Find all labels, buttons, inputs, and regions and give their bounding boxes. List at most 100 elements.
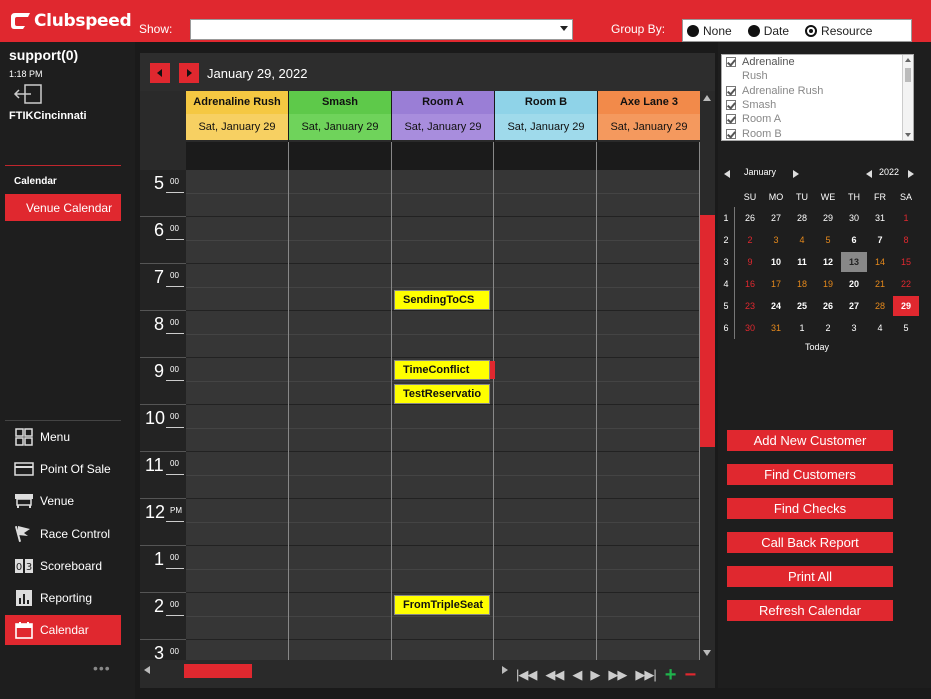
scrollbar-thumb[interactable]	[905, 68, 911, 82]
call-back-report-button[interactable]: Call Back Report	[727, 532, 893, 553]
mini-calendar-day[interactable]: 4	[789, 230, 815, 250]
mini-calendar-day[interactable]: 9	[737, 252, 763, 272]
show-dropdown[interactable]	[190, 19, 573, 40]
previous-year-icon[interactable]	[866, 170, 872, 178]
mini-calendar-day[interactable]: 15	[893, 252, 919, 272]
sidebar-item-calendar[interactable]: Calendar	[5, 615, 121, 645]
more-icon[interactable]: •••	[93, 660, 111, 676]
time-slot[interactable]	[391, 546, 495, 593]
mini-calendar-day[interactable]: 30	[841, 208, 867, 228]
mini-calendar-day[interactable]: 20	[841, 274, 867, 294]
time-slot[interactable]	[391, 217, 495, 264]
reservation-event[interactable]: SendingToCS	[394, 290, 490, 310]
time-slot[interactable]	[186, 264, 289, 311]
mini-calendar-day[interactable]: 19	[815, 274, 841, 294]
time-slot[interactable]	[186, 405, 289, 452]
time-slot[interactable]	[288, 170, 392, 217]
sidebar-item-race-control[interactable]: Race Control	[5, 519, 121, 549]
time-slot[interactable]	[494, 640, 598, 660]
reservation-event[interactable]: TestReservatio	[394, 384, 490, 404]
time-slot[interactable]	[186, 499, 289, 546]
time-slot[interactable]	[288, 640, 392, 660]
mini-calendar-day[interactable]: 2	[815, 318, 841, 338]
mini-calendar-day[interactable]: 28	[789, 208, 815, 228]
time-slot[interactable]	[597, 217, 700, 264]
mini-calendar-day[interactable]: 25	[789, 296, 815, 316]
mini-calendar-day[interactable]: 1	[789, 318, 815, 338]
mini-calendar-day[interactable]: 26	[815, 296, 841, 316]
time-slot[interactable]	[597, 593, 700, 640]
group-by-resource-radio[interactable]: Resource	[805, 24, 872, 38]
resource-header[interactable]: Room A Sat, January 29	[392, 91, 495, 142]
mini-calendar-day[interactable]: 1	[893, 208, 919, 228]
time-slot[interactable]	[391, 311, 495, 358]
mini-calendar-day[interactable]: 23	[737, 296, 763, 316]
time-slot[interactable]	[186, 546, 289, 593]
add-new-customer-button[interactable]: Add New Customer	[727, 430, 893, 451]
time-slot[interactable]	[391, 170, 495, 217]
scroll-down-icon[interactable]	[905, 133, 911, 137]
time-slot[interactable]	[494, 499, 598, 546]
time-slot[interactable]	[597, 452, 700, 499]
logout-icon[interactable]	[13, 84, 43, 104]
resource-filter-item[interactable]: Room A	[722, 112, 913, 126]
time-slot[interactable]	[186, 640, 289, 660]
list-scrollbar[interactable]	[902, 55, 913, 140]
time-slot[interactable]	[186, 170, 289, 217]
mini-calendar-day[interactable]: 3	[763, 230, 789, 250]
last-page-icon[interactable]: ▶▶|	[635, 667, 656, 683]
checkbox-checked-icon[interactable]	[726, 128, 736, 139]
mini-calendar-day[interactable]: 12	[815, 252, 841, 272]
mini-calendar-day[interactable]: 31	[867, 208, 893, 228]
mini-calendar-day[interactable]: 5	[893, 318, 919, 338]
group-by-none-radio[interactable]: None	[687, 24, 732, 38]
time-slot[interactable]	[494, 405, 598, 452]
reservation-event[interactable]: TimeConflict	[394, 360, 495, 380]
resource-header[interactable]: Room B Sat, January 29	[495, 91, 598, 142]
time-slot[interactable]	[288, 452, 392, 499]
mini-calendar-day[interactable]: 16	[737, 274, 763, 294]
remove-icon[interactable]: −	[684, 664, 696, 687]
scrollbar-thumb[interactable]	[184, 664, 252, 678]
find-customers-button[interactable]: Find Customers	[727, 464, 893, 485]
reservation-event[interactable]: FromTripleSeat	[394, 595, 490, 615]
resource-filter-item[interactable]: Smash	[722, 98, 913, 112]
scroll-down-icon[interactable]	[703, 650, 711, 656]
time-slot[interactable]	[288, 546, 392, 593]
first-page-icon[interactable]: |◀◀	[516, 667, 537, 683]
time-slot[interactable]	[288, 264, 392, 311]
time-slot[interactable]	[597, 640, 700, 660]
add-icon[interactable]: +	[665, 664, 677, 687]
sidebar-item-reporting[interactable]: Reporting	[5, 583, 121, 613]
time-slot[interactable]	[288, 499, 392, 546]
vertical-scrollbar[interactable]	[700, 91, 715, 660]
mini-calendar-day[interactable]: 29	[893, 296, 919, 316]
group-by-date-radio[interactable]: Date	[747, 24, 789, 38]
time-slot[interactable]	[186, 311, 289, 358]
time-slot[interactable]	[494, 311, 598, 358]
mini-calendar-day[interactable]: 4	[867, 318, 893, 338]
time-slot[interactable]	[186, 593, 289, 640]
time-slot[interactable]	[494, 546, 598, 593]
time-slot[interactable]	[597, 499, 700, 546]
checkbox-checked-icon[interactable]	[726, 100, 736, 111]
next-page-icon[interactable]: ▶▶	[608, 667, 627, 683]
resource-header[interactable]: Adrenaline Rush Sat, January 29	[186, 91, 289, 142]
time-slot[interactable]	[494, 358, 598, 405]
mini-calendar-day[interactable]: 27	[763, 208, 789, 228]
scroll-up-icon[interactable]	[703, 95, 711, 101]
time-slot[interactable]	[494, 170, 598, 217]
mini-calendar-day[interactable]: 14	[867, 252, 893, 272]
mini-calendar-day[interactable]: 29	[815, 208, 841, 228]
print-all-button[interactable]: Print All	[727, 566, 893, 587]
find-checks-button[interactable]: Find Checks	[727, 498, 893, 519]
time-slot[interactable]	[288, 405, 392, 452]
time-slot[interactable]	[288, 358, 392, 405]
mini-calendar-day[interactable]: 6	[841, 230, 867, 250]
mini-calendar-day[interactable]: 3	[841, 318, 867, 338]
mini-calendar-day[interactable]: 31	[763, 318, 789, 338]
mini-calendar-day[interactable]: 13	[841, 252, 867, 272]
next-year-icon[interactable]	[908, 170, 914, 178]
time-slot[interactable]	[186, 217, 289, 264]
scroll-right-icon[interactable]	[502, 666, 508, 674]
